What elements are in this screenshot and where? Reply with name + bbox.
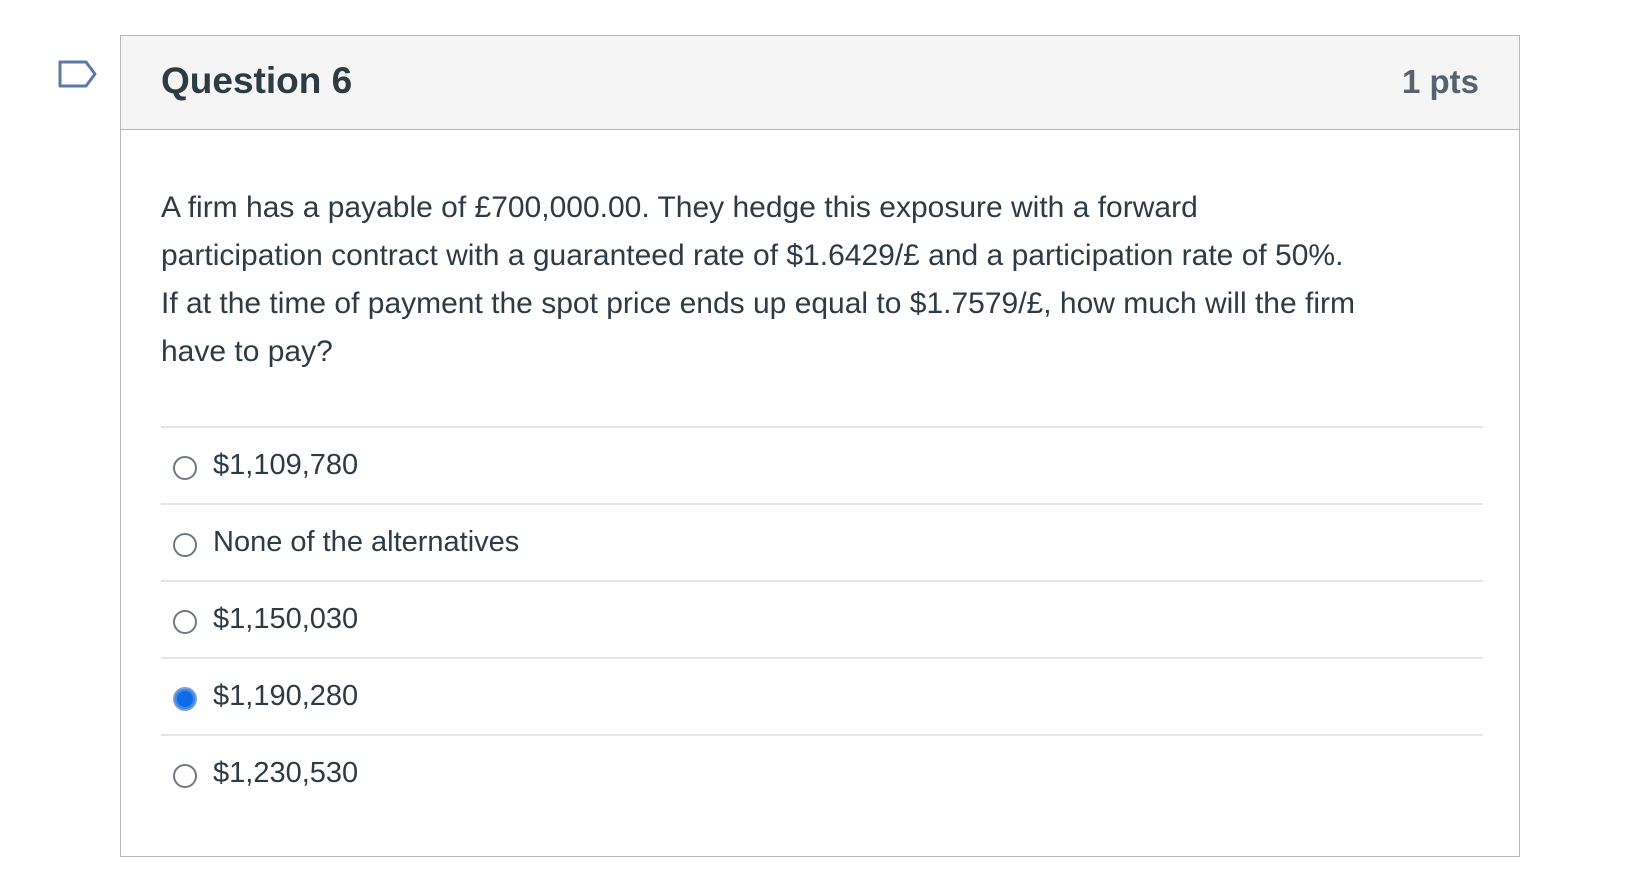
question-text: A firm has a payable of £700,000.00. The… — [161, 191, 1355, 368]
flag-question-icon[interactable] — [58, 60, 98, 92]
answer-label: $1,109,780 — [213, 449, 359, 481]
radio-button[interactable] — [173, 763, 197, 788]
question-header: Question 6 1 pts — [121, 36, 1519, 130]
answer-option-5[interactable]: $1,230,530 — [161, 736, 1483, 811]
answer-option-1[interactable]: $1,109,780 — [161, 428, 1483, 505]
radio-button-selected[interactable] — [173, 686, 197, 711]
answer-option-4[interactable]: $1,190,280 — [161, 659, 1483, 736]
answer-option-2[interactable]: None of the alternatives — [161, 505, 1483, 582]
answer-label: $1,230,530 — [213, 757, 359, 789]
answer-option-3[interactable]: $1,150,030 — [161, 582, 1483, 659]
radio-button[interactable] — [173, 455, 197, 480]
answer-label: None of the alternatives — [213, 526, 520, 558]
question-body: A firm has a payable of £700,000.00. The… — [161, 184, 1483, 811]
radio-button[interactable] — [173, 532, 197, 557]
answer-list: $1,109,780 None of the alternatives $1,1… — [161, 426, 1483, 811]
radio-button[interactable] — [173, 609, 197, 634]
question-title: Question 6 — [161, 60, 353, 101]
answer-label: $1,190,280 — [213, 680, 359, 712]
question-points: 1 pts — [1401, 63, 1479, 100]
question-card: Question 6 1 pts A firm has a payable of… — [120, 35, 1520, 857]
answer-label: $1,150,030 — [213, 603, 359, 635]
